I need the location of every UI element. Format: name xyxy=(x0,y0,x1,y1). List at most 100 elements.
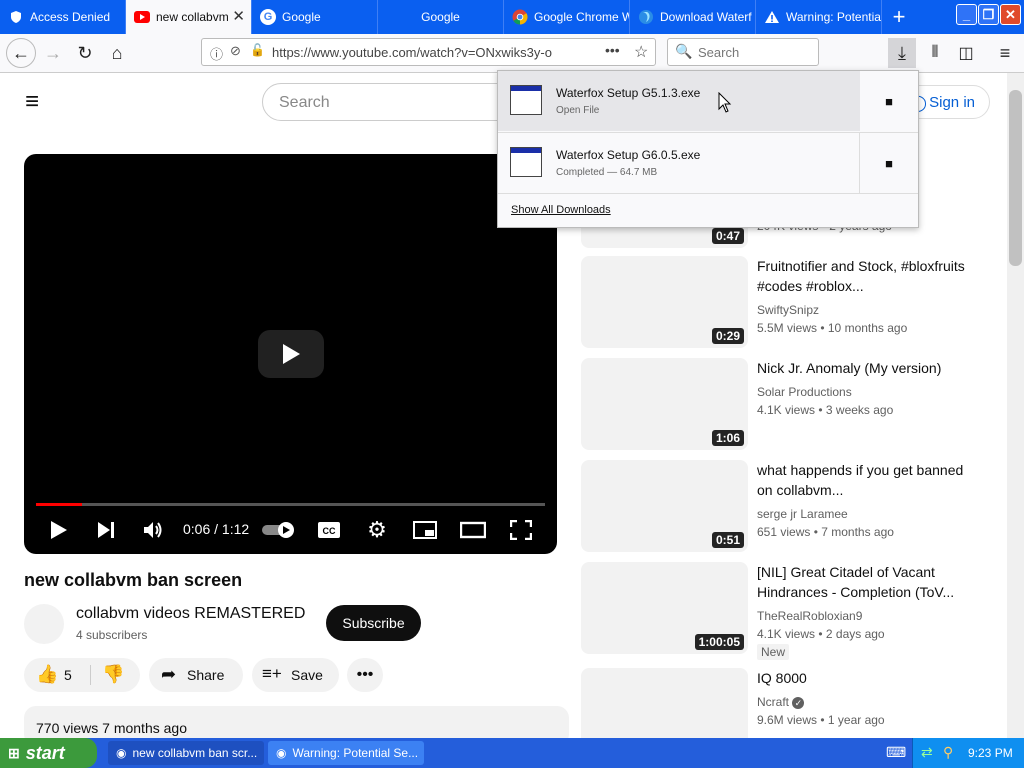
related-video[interactable]: 0:29 Fruitnotifier and Stock, #bloxfruit… xyxy=(581,256,981,348)
related-video[interactable]: 1:06 Nick Jr. Anomaly (My version) Solar… xyxy=(581,358,981,450)
menu-button[interactable]: ≡ xyxy=(992,40,1018,66)
warning-icon xyxy=(764,9,780,25)
open-folder-button[interactable]: ■ xyxy=(860,71,918,131)
like-count: 5 xyxy=(64,667,72,683)
share-button[interactable]: ➦ Share xyxy=(149,658,243,692)
channel-name[interactable]: Solar Productions xyxy=(757,385,852,399)
downloads-button[interactable]: ⤓ xyxy=(888,38,916,68)
video-title[interactable]: IQ 8000 xyxy=(757,668,972,688)
network-icon[interactable]: ⇄ xyxy=(921,744,933,761)
related-video[interactable]: IQ 8000 Ncraft ✓ 9.6M views • 1 year ago xyxy=(581,668,981,738)
video-thumbnail[interactable] xyxy=(581,668,748,738)
search-tray-icon[interactable]: ⚲ xyxy=(943,744,953,761)
autoplay-toggle[interactable] xyxy=(261,518,297,542)
tab-label: Access Denied xyxy=(30,10,111,24)
captions-button[interactable]: CC xyxy=(317,518,341,542)
download-item[interactable]: Waterfox Setup G5.1.3.exe Open File ■ xyxy=(498,71,918,131)
video-title[interactable]: [NIL] Great Citadel of Vacant Hindrances… xyxy=(757,562,972,602)
tab-google-2[interactable]: Google xyxy=(378,0,504,34)
share-icon: ➦ xyxy=(161,664,177,684)
back-button[interactable]: ← xyxy=(6,38,36,68)
url-bar[interactable]: ⓘ ⊘ 🔓 https://www.youtube.com/watch?v=ON… xyxy=(201,38,656,66)
video-title[interactable]: Nick Jr. Anomaly (My version) xyxy=(757,358,972,378)
navigation-toolbar: ← → ↻ ⌂ ⓘ ⊘ 🔓 https://www.youtube.com/wa… xyxy=(0,34,1024,73)
close-tab-icon[interactable]: ✕ xyxy=(232,9,245,24)
tab-access-denied[interactable]: Access Denied xyxy=(0,0,126,34)
divider xyxy=(498,193,918,194)
fullscreen-button[interactable] xyxy=(509,518,533,542)
new-tab-button[interactable]: + xyxy=(884,4,914,30)
settings-button[interactable]: ⚙ xyxy=(365,517,389,542)
library-button[interactable]: ⫴ xyxy=(922,40,948,66)
browser-search-box[interactable]: 🔍 Search xyxy=(667,38,819,66)
maximize-button[interactable]: ❐ xyxy=(978,4,999,25)
channel-name[interactable]: SwiftySnipz xyxy=(757,303,819,317)
tab-google-chrome[interactable]: Google Chrome W xyxy=(504,0,630,34)
video-meta: 4.1K views • 2 days ago xyxy=(757,627,885,641)
guide-menu-button[interactable]: ≡ xyxy=(25,88,39,116)
miniplayer-icon xyxy=(413,521,437,539)
video-duration: 0:29 xyxy=(711,328,744,344)
video-duration: 0:47 xyxy=(711,228,744,244)
channel-name[interactable]: collabvm videos REMASTERED xyxy=(76,605,305,623)
video-meta: 4.1K views • 3 weeks ago xyxy=(757,403,894,417)
keyboard-icon[interactable]: ⌨ xyxy=(886,744,906,761)
video-thumbnail[interactable]: 0:29 xyxy=(581,256,748,348)
subscribe-button[interactable]: Subscribe xyxy=(326,605,421,641)
video-title[interactable]: Fruitnotifier and Stock, #bloxfruits #co… xyxy=(757,256,972,296)
channel-name[interactable]: TheRealRobloxian9 xyxy=(757,609,862,623)
description-views-date: 770 views 7 months ago xyxy=(36,720,187,736)
info-icon[interactable]: ⓘ xyxy=(210,44,223,63)
play-icon xyxy=(283,344,300,364)
show-all-downloads-link[interactable]: Show All Downloads xyxy=(511,204,611,216)
mute-button[interactable] xyxy=(141,518,165,542)
tab-google-1[interactable]: G Google xyxy=(252,0,378,34)
task-label: Warning: Potential Se... xyxy=(292,746,419,760)
windows-flag-icon: ⊞ xyxy=(8,744,20,761)
tab-label: Download Waterf xyxy=(660,10,752,24)
tab-download-waterfox[interactable]: Download Waterf xyxy=(630,0,756,34)
play-button[interactable] xyxy=(48,518,70,542)
progress-bar-played xyxy=(36,503,82,506)
more-actions-button[interactable]: ••• xyxy=(347,658,383,692)
reload-button[interactable]: ↻ xyxy=(72,40,98,66)
theater-mode-button[interactable] xyxy=(460,518,486,542)
start-label: start xyxy=(25,742,65,763)
tab-new-collabvm[interactable]: new collabvm ✕ xyxy=(126,0,252,34)
related-video[interactable]: 0:51 what happends if you get banned on … xyxy=(581,460,981,552)
taskbar-item-youtube[interactable]: ◉ new collabvm ban scr... xyxy=(108,741,264,765)
forward-arrow-icon: → xyxy=(44,42,62,63)
video-thumbnail[interactable]: 0:51 xyxy=(581,460,748,552)
bookmark-star-icon[interactable]: ☆ xyxy=(634,42,648,62)
miniplayer-button[interactable] xyxy=(413,518,437,542)
progress-bar[interactable] xyxy=(36,503,545,506)
video-thumbnail[interactable]: 1:06 xyxy=(581,358,748,450)
home-button[interactable]: ⌂ xyxy=(104,40,130,66)
download-item[interactable]: Waterfox Setup G6.0.5.exe Completed — 64… xyxy=(498,132,918,193)
minimize-button[interactable]: _ xyxy=(956,4,977,25)
channel-name[interactable]: serge jr Laramee xyxy=(757,507,848,521)
related-video[interactable]: 1:00:05 [NIL] Great Citadel of Vacant Hi… xyxy=(581,562,981,660)
video-title[interactable]: what happends if you get banned on colla… xyxy=(757,460,972,500)
close-window-button[interactable]: ✕ xyxy=(1000,4,1021,25)
save-button[interactable]: ≡+ Save xyxy=(252,658,339,692)
taskbar-item-warning[interactable]: ◉ Warning: Potential Se... xyxy=(268,741,424,765)
tab-warning[interactable]: Warning: Potentia xyxy=(756,0,882,34)
large-play-button[interactable] xyxy=(258,330,324,378)
like-button[interactable]: 👍 xyxy=(36,664,58,685)
scrollbar-thumb[interactable] xyxy=(1009,90,1022,266)
video-meta: 9.6M views • 1 year ago xyxy=(757,713,885,727)
page-actions-icon[interactable]: ••• xyxy=(605,42,620,58)
open-folder-button[interactable]: ■ xyxy=(859,133,918,193)
sidebar-toggle-button[interactable]: ◫ xyxy=(953,40,979,66)
next-button[interactable] xyxy=(95,518,117,542)
video-thumbnail[interactable]: 1:00:05 xyxy=(581,562,748,654)
forward-button[interactable]: → xyxy=(40,40,66,66)
channel-name-row[interactable]: Ncraft ✓ xyxy=(757,695,805,709)
new-badge: New xyxy=(757,644,790,660)
permissions-icon[interactable]: ⊘ xyxy=(230,43,241,59)
lock-warning-icon[interactable]: 🔓 xyxy=(250,43,265,57)
start-button[interactable]: ⊞ start xyxy=(0,738,97,768)
channel-avatar[interactable] xyxy=(24,604,64,644)
dislike-button[interactable]: 👎 xyxy=(102,664,124,685)
